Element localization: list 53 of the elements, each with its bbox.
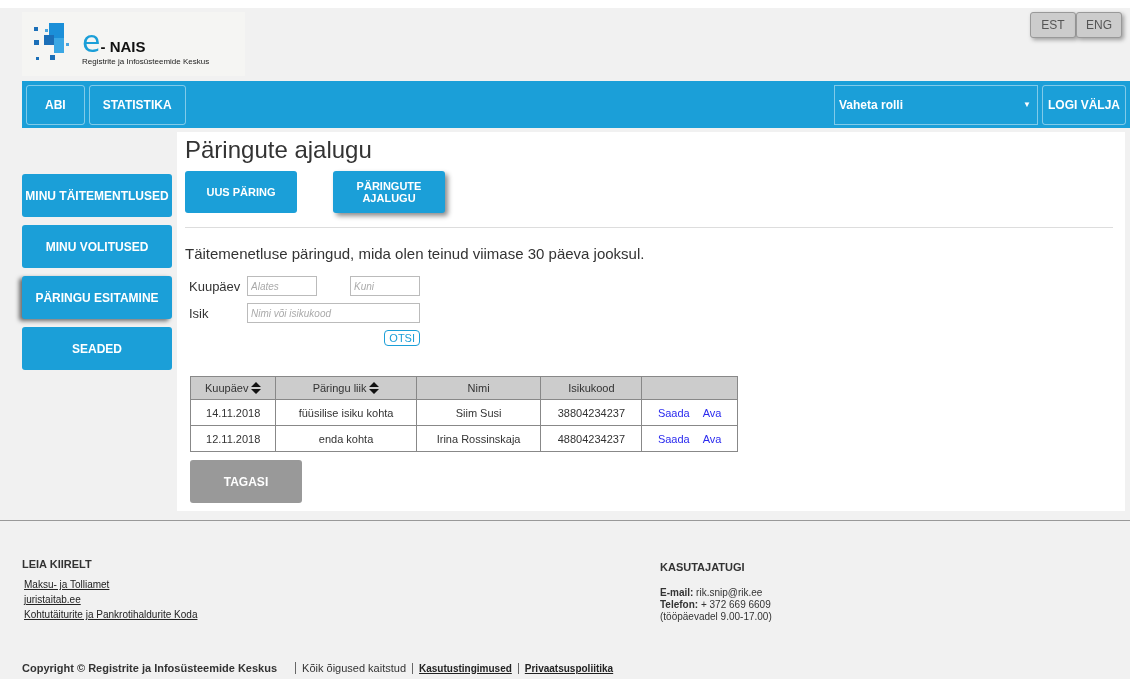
logo-name: - NAIS [100,37,146,55]
column-header[interactable]: Päringu liik [275,376,417,400]
footer-heading: LEIA KIIRELT [22,558,93,570]
action-link[interactable]: Saada [657,406,690,419]
contact-line: E-mail: rik.snip@rik.ee [660,587,764,599]
nav-button[interactable]: ABI [26,84,85,125]
table-cell: 48804234237 [540,425,642,452]
footer-link[interactable]: Privaatsuspoliitika [517,662,620,674]
column-header[interactable]: Kuupäev [190,376,276,400]
table-cell: füüsilise isiku kohta [275,399,417,426]
sidebar-item[interactable]: MINU VOLITUSED [22,225,172,268]
sort-icon[interactable] [251,382,262,394]
footer-link[interactable]: Kasutustingimused [412,662,518,674]
language-button[interactable]: ENG [1076,12,1122,38]
contact-line: Telefon: + 372 669 6609 [660,599,772,611]
tab[interactable]: PÄRINGUTE AJALUGU [333,171,445,213]
action-link[interactable]: Saada [657,432,690,445]
language-button[interactable]: EST [1030,12,1076,38]
sort-icon[interactable] [369,382,380,394]
role-select[interactable]: Vaheta rolli ▼ [834,84,1038,125]
action-link[interactable]: Ava [702,432,722,445]
column-header: Isikukood [540,376,642,400]
table-cell: enda kohta [275,425,417,452]
footer-link[interactable]: juristaitab.ee [24,594,81,605]
footer-link[interactable]: Kohtutäiturite ja Pankrotihaldurite Koda [24,609,198,620]
logo-subtitle: Registrite ja Infosüsteemide Keskus [82,56,210,66]
date-to-field[interactable]: Kuni [350,276,420,296]
page-title: Päringute ajalugu [185,136,373,164]
person-field[interactable]: Nimi või isikukood [247,303,420,323]
field-label: Isik [189,305,210,321]
sidebar-item[interactable]: PÄRINGU ESITAMINE [22,276,172,319]
description: Täitemenetluse päringud, mida olen teinud viimase 30 päeva jooksul. [185,245,646,262]
contact-line: (tööpäevadel 9.00-17.00) [660,611,773,623]
table-cell: 38804234237 [540,399,642,426]
footer-link[interactable]: Maksu- ja Tolliamet [24,579,110,590]
table-cell: Siim Susi [416,399,541,426]
date-from-field[interactable]: Alates [247,276,317,296]
action-link[interactable]: Ava [702,406,722,419]
footer-heading: KASUTAJATUGI [660,561,746,573]
search-button[interactable]: OTSI [384,330,420,346]
tab[interactable]: UUS PÄRING [185,171,297,213]
nav-button[interactable]: STATISTIKA [88,84,186,125]
table-cell: 12.11.2018 [190,425,276,452]
column-header: Nimi [416,376,541,400]
copyright: Copyright © Registrite ja Infosüsteemide Keskus [22,662,278,674]
table-cell: Irina Rossinskaja [416,425,541,452]
rights-text: Kõik õigused kaitstud [295,662,412,674]
logo-letter: e [82,30,101,53]
logout-button[interactable]: LOGI VÄLJA [1042,84,1126,125]
sidebar-item[interactable]: MINU TÄITEMENTLUSED [22,174,172,217]
table-cell: 14.11.2018 [190,399,276,426]
sidebar-item[interactable]: SEADED [22,327,172,370]
field-label: Kuupäev [189,278,242,294]
